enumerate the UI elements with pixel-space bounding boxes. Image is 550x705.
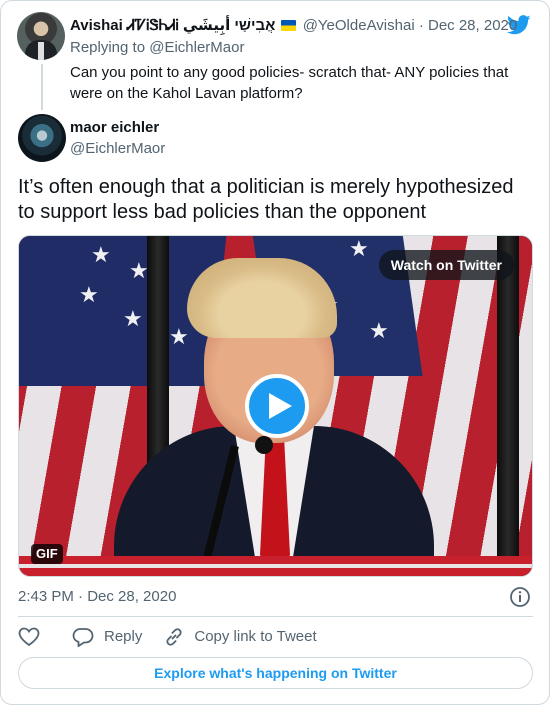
parent-author-row: Avishai ᏗᏤᎥᏕᏂᏗᎥ אֲבִישַׁי أبِيشَي @YeOld… [70,16,517,36]
main-author-handle[interactable]: @EichlerMaor [70,139,165,159]
thread-connector-line [41,64,43,110]
star-shape: ★ [169,324,189,349]
explore-twitter-button[interactable]: Explore what's happening on Twitter [18,657,533,689]
like-button[interactable] [18,627,50,647]
star-shape: ★ [129,258,149,283]
tweet-timestamp[interactable]: 2:43 PM · Dec 28, 2020 [18,587,176,607]
parent-author-name[interactable]: Avishai ᏗᏤᎥᏕᏂᏗᎥ אֲבִישַׁי أبِيشَي [70,17,275,34]
speaker-hair [187,258,337,338]
tweet-embed-card: Avishai ᏗᏤᎥᏕᏂᏗᎥ אֲבִישַׁי أبِيشَي @YeOld… [0,0,550,705]
gif-badge: GIF [31,544,63,564]
replying-to-line: Replying to @EichlerMaor [70,38,244,58]
tweet-actions: Reply Copy link to Tweet [18,625,339,649]
heart-icon [18,627,40,647]
replying-prefix: Replying to [70,39,146,56]
reply-icon [72,628,94,647]
play-icon [269,393,292,419]
podium-bunting [19,556,532,576]
ukraine-flag-icon [280,20,296,31]
flag-pole [497,236,519,576]
avatar[interactable] [18,114,66,162]
main-author-name[interactable]: maor eichler [70,118,159,138]
star-shape: ★ [369,318,389,343]
replying-to-link[interactable]: @EichlerMaor [149,39,244,56]
divider [18,616,533,617]
main-tweet-text: It’s often enough that a politician is m… [18,176,514,223]
avatar-shirt [38,42,44,60]
star-shape: ★ [349,236,369,261]
info-icon[interactable] [509,586,531,608]
watch-on-twitter-button[interactable]: Watch on Twitter [378,250,514,280]
parent-tweet-text: Can you point to any good policies- scra… [70,64,509,102]
microphone-head [255,436,273,454]
parent-separator: · [418,17,424,34]
star-shape: ★ [123,306,143,331]
link-icon [166,628,182,646]
star-shape: ★ [91,242,111,267]
copy-link-button[interactable]: Copy link to Tweet [164,627,317,647]
reply-label: Reply [104,628,143,645]
play-button[interactable] [245,374,309,438]
star-shape: ★ [79,282,99,307]
reply-button[interactable]: Reply [72,627,142,647]
parent-date[interactable]: Dec 28, 2020 [428,17,517,34]
avatar[interactable] [17,12,65,60]
tweet-media-gif[interactable]: ★ ★ ★ ★ ★ ★ ★ ★ Watch on Twitter GIF [18,235,533,577]
copy-link-label: Copy link to Tweet [194,628,317,645]
parent-author-handle[interactable]: @YeOldeAvishai [303,17,415,34]
